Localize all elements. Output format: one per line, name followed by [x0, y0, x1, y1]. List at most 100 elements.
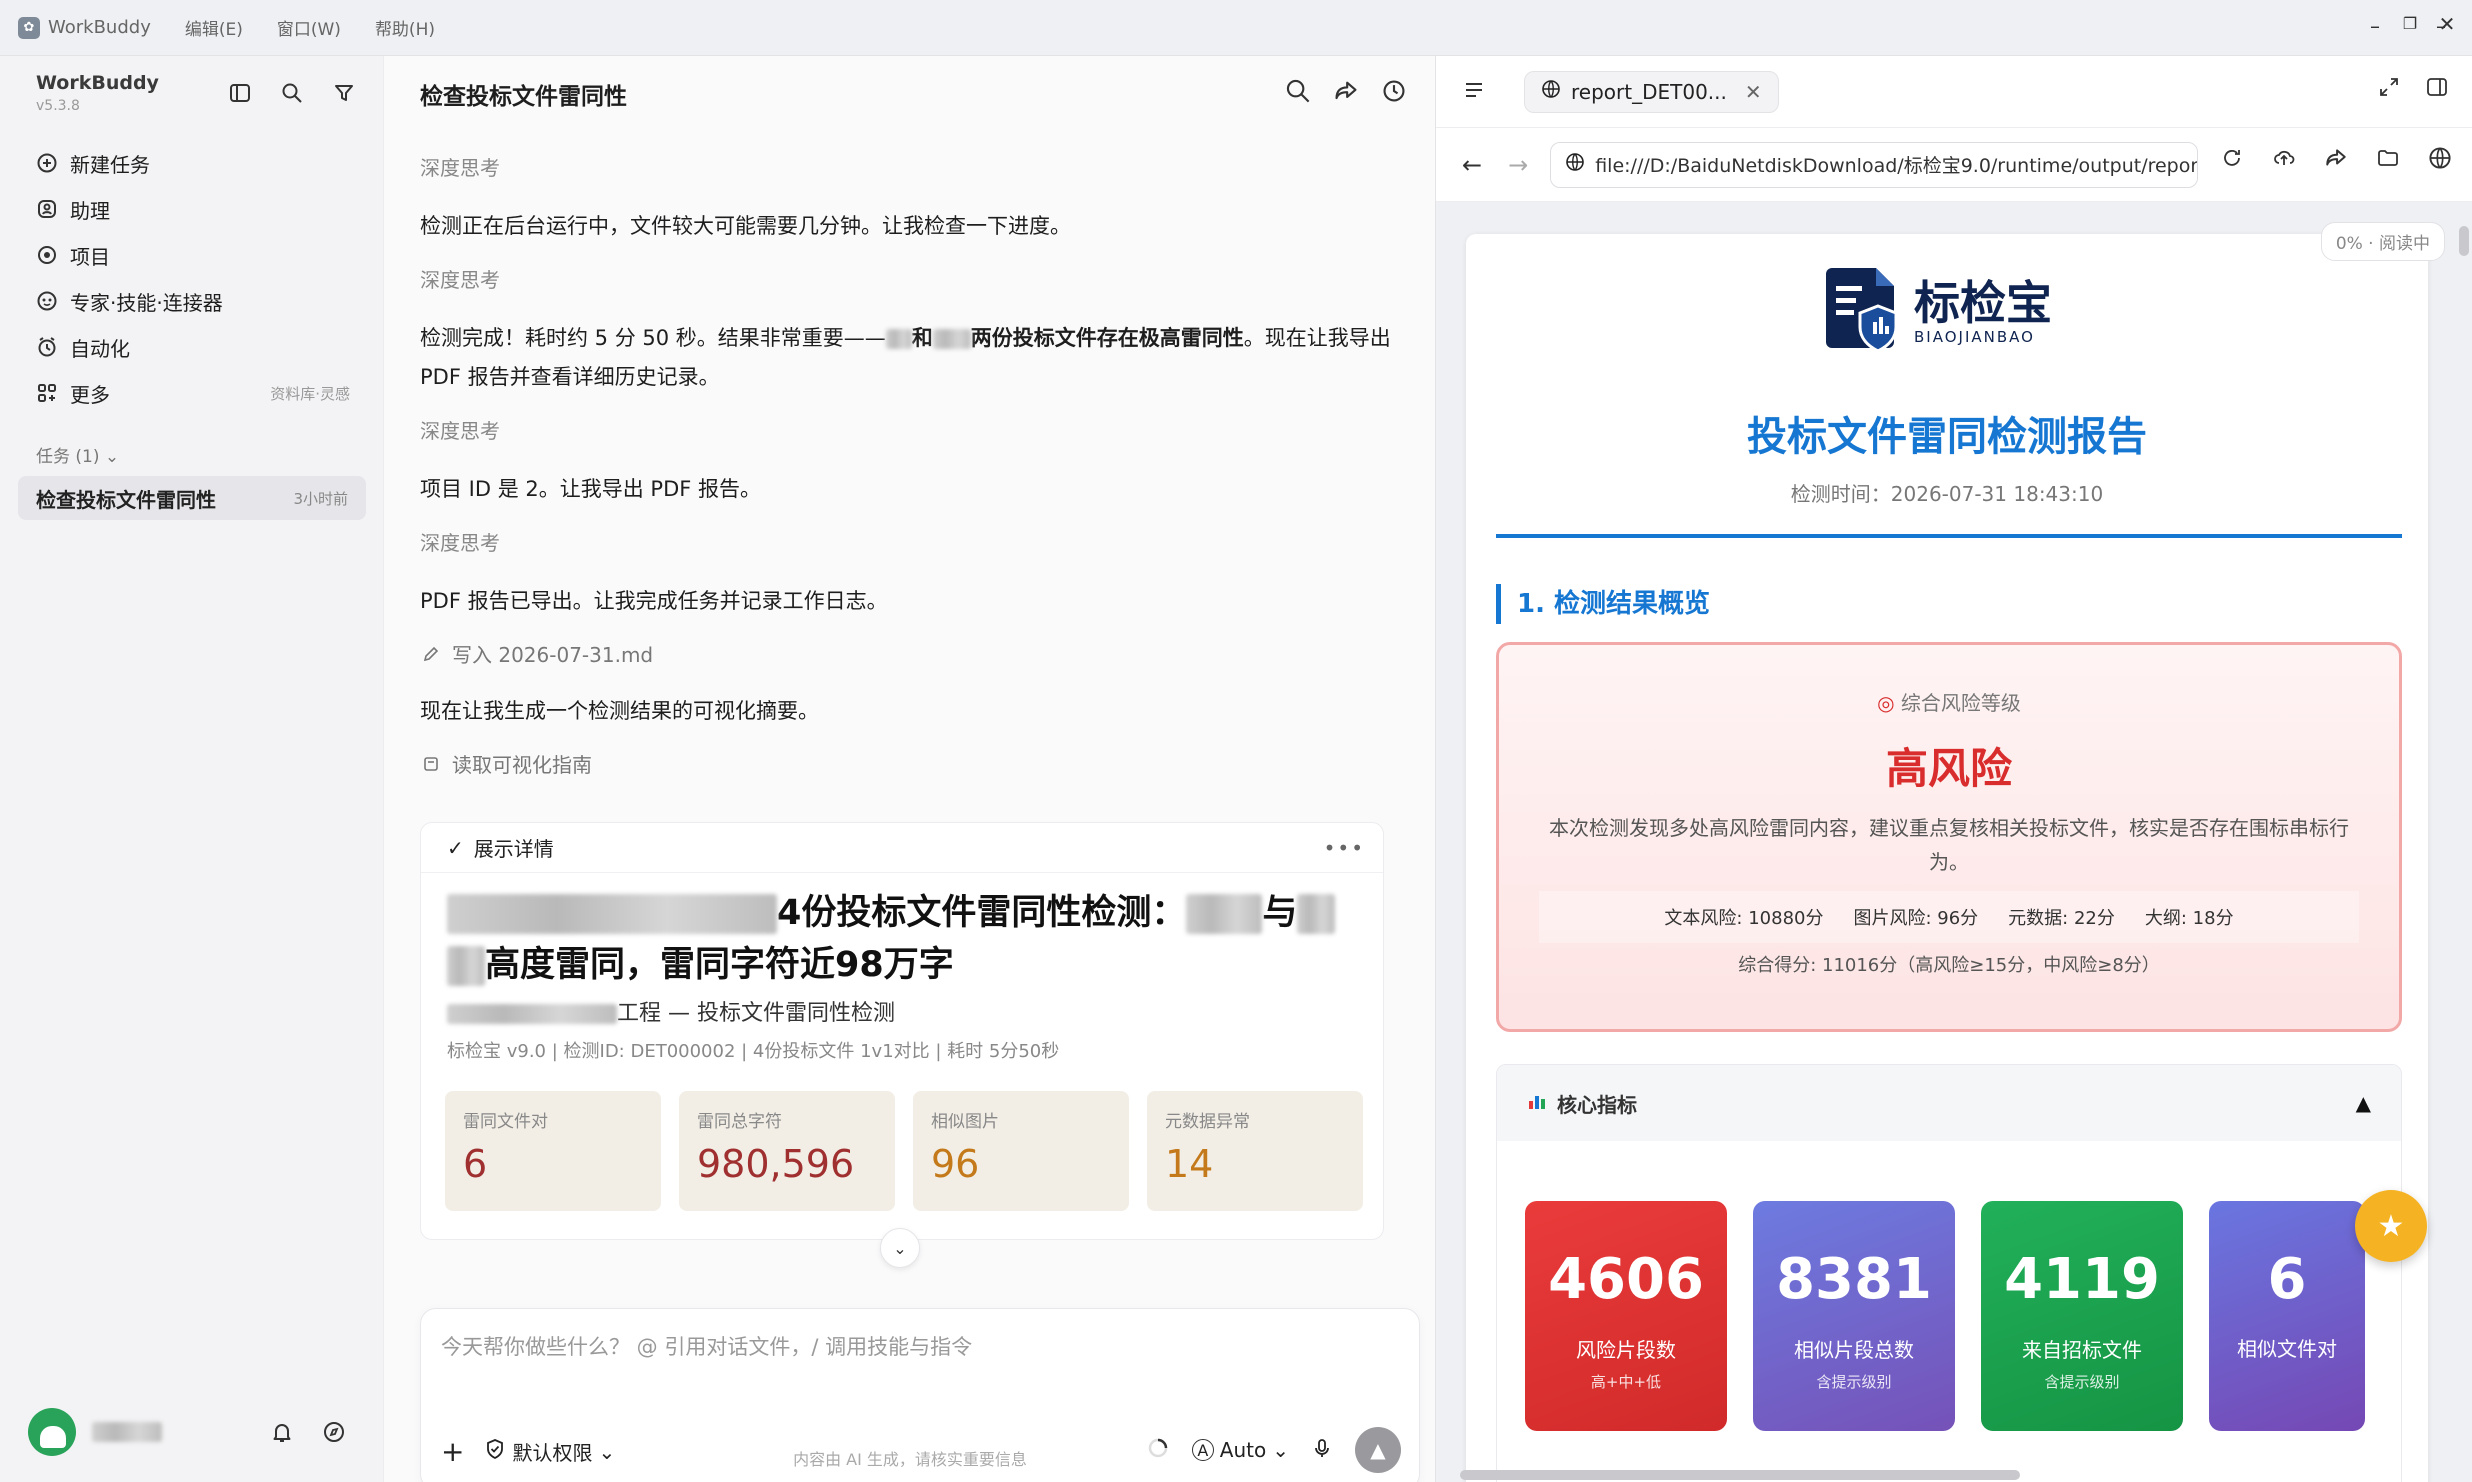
expand-icon[interactable] [2378, 76, 2400, 102]
app-logo-icon: ✿ [18, 16, 40, 39]
redacted-text [447, 946, 485, 986]
close-tab-icon[interactable]: ✕ [1745, 80, 1762, 104]
check-icon: ✓ [447, 835, 464, 860]
vertical-scrollbar[interactable] [2459, 226, 2469, 256]
upload-icon[interactable] [2272, 146, 2296, 174]
shield-document-logo-icon [1826, 264, 1906, 360]
sidebar-toggle-icon[interactable] [225, 78, 255, 108]
sidebar-item-project[interactable]: 项目 [18, 232, 366, 278]
core-metrics-section: 核心指标 ▲ 4606 风险片段数 高+中+低 8381 相似片段总数 含提示级… [1496, 1064, 2402, 1482]
task-section-label[interactable]: 任务 (1) ⌄ [36, 442, 119, 467]
back-icon[interactable]: ← [1462, 151, 1482, 179]
sidebar-item-extra[interactable]: 资料库·灵感 [270, 383, 350, 404]
grid-icon [34, 380, 60, 406]
folder-icon[interactable] [2376, 146, 2400, 174]
sidebar-nav: 新建任务 助理 项目 专家·技能·连接器 自动化 更多 资料库·灵感 [18, 140, 366, 416]
sidebar-item-label: 项目 [70, 244, 110, 269]
redacted-text [447, 1004, 617, 1024]
search-icon[interactable] [277, 78, 307, 108]
thinking-label[interactable]: 深度思考 [420, 415, 1404, 444]
card-content: 4份投标文件雷同性检测： 与 高度雷同，雷同字符近98万字 工程 — 投标文件雷同… [421, 873, 1383, 1077]
avatar[interactable] [28, 1408, 76, 1456]
minimize-icon[interactable]: – [2360, 14, 2390, 38]
sidebar-item-more[interactable]: 更多 资料库·灵感 [18, 370, 366, 416]
card-title: 4份投标文件雷同性检测： 与 高度雷同，雷同字符近98万字 [447, 887, 1357, 991]
pencil-icon [420, 645, 442, 663]
browser-panel: report_DET00... ✕ ← → file:///D:/BaiduNe… [1435, 56, 2472, 1482]
globe-icon[interactable] [2428, 146, 2452, 174]
sidebar-task-item[interactable]: 检查投标文件雷同性 3小时前 [18, 476, 366, 520]
ai-disclaimer: 内容由 AI 生成，请核实重要信息 [793, 1450, 1027, 1469]
card-header[interactable]: ✓ 展示详情 ••• [421, 823, 1383, 873]
collapse-triangle-icon[interactable]: ▲ [2356, 1091, 2371, 1115]
username-redacted [92, 1422, 162, 1442]
tool-write-label: 写入 2026-07-31.md [452, 643, 654, 667]
task-time: 3小时前 [293, 489, 348, 508]
core-metrics-header[interactable]: 核心指标 ▲ [1497, 1065, 2401, 1141]
sidebar-item-experts[interactable]: 专家·技能·连接器 [18, 278, 366, 324]
menu-help[interactable]: 帮助(H) [375, 15, 435, 40]
menu-icon[interactable] [1462, 78, 1486, 106]
sidebar-item-new-task[interactable]: 新建任务 [18, 140, 366, 186]
tool-write-step[interactable]: 写入 2026-07-31.md [420, 639, 1404, 668]
history-icon[interactable] [1381, 78, 1407, 108]
risk-scores: 文本风险: 10880分 图片风险: 96分 元数据: 22分 大纲: 18分 [1539, 891, 2359, 943]
card-subtitle: 工程 — 投标文件雷同性检测 [447, 995, 1357, 1027]
refresh-icon[interactable] [2220, 146, 2244, 174]
panel-toggle-icon[interactable] [2426, 76, 2448, 102]
user-profile[interactable] [28, 1408, 162, 1456]
assistant-icon [34, 196, 60, 222]
thinking-label[interactable]: 深度思考 [420, 264, 1404, 293]
star-fab-button[interactable]: ★ [2355, 1190, 2427, 1262]
sidebar-item-assistant[interactable]: 助理 [18, 186, 366, 232]
metric-number: 6 [2267, 1247, 2307, 1312]
message-text-bold: 两份投标文件存在极高雷同性 [970, 326, 1244, 350]
project-icon [34, 242, 60, 268]
menu-window[interactable]: 窗口(W) [277, 15, 341, 40]
sidebar-item-automation[interactable]: 自动化 [18, 324, 366, 370]
more-icon[interactable]: ••• [1324, 836, 1365, 860]
sidebar-item-label: 更多 [70, 382, 110, 407]
metric-sub: 高+中+低 [1590, 1373, 1662, 1391]
share-icon[interactable] [1333, 78, 1359, 108]
tool-read-step[interactable]: 读取可视化指南 [420, 749, 1404, 778]
score-image: 图片风险: 96分 [1853, 908, 1979, 929]
stat-label: 元数据异常 [1165, 1112, 1250, 1132]
chevron-down-icon: ⌄ [104, 447, 120, 467]
url-text: file:///D:/BaiduNetdiskDownload/标检宝9.0/r… [1595, 155, 2199, 177]
metric-row: 4606 风险片段数 高+中+低 8381 相似片段总数 含提示级别 4119 … [1525, 1201, 2365, 1431]
thinking-label[interactable]: 深度思考 [420, 152, 1404, 181]
search-icon[interactable] [1285, 78, 1311, 108]
url-field[interactable]: file:///D:/BaiduNetdiskDownload/标检宝9.0/r… [1550, 141, 2199, 188]
brand: WorkBuddy v5.3.8 [36, 72, 159, 114]
metric-card: 4119 来自招标文件 含提示级别 [1981, 1201, 2183, 1431]
metric-number: 4606 [1548, 1247, 1704, 1312]
bell-icon[interactable] [270, 1420, 294, 1448]
stat-value: 980,596 [697, 1142, 855, 1186]
horizontal-scrollbar[interactable] [1460, 1470, 2020, 1480]
brand-version: v5.3.8 [36, 98, 80, 114]
compass-icon[interactable] [322, 1420, 346, 1448]
forward-icon[interactable]: → [1508, 151, 1528, 179]
expert-icon [34, 288, 60, 314]
restore-icon[interactable]: ❐ [2395, 14, 2425, 33]
scroll-down-button[interactable]: ⌄ [880, 1228, 920, 1268]
risk-label: ◎ 综合风险等级 [1499, 687, 2399, 716]
redacted-text [447, 894, 777, 934]
menu-edit[interactable]: 编辑(E) [185, 15, 243, 40]
stat-label: 相似图片 [931, 1112, 999, 1132]
redacted-text [932, 329, 971, 349]
card-title-text: 与 [1262, 893, 1298, 933]
chat-input[interactable]: 今天帮你做些什么？ @ 引用对话文件，/ 调用技能与指令 [441, 1331, 972, 1361]
filter-icon[interactable] [329, 78, 359, 108]
share-icon[interactable] [2324, 146, 2348, 174]
browser-toolbar-actions [2220, 146, 2452, 174]
metric-sub: 含提示级别 [2044, 1373, 2120, 1391]
metric-sub: 含提示级别 [1816, 1373, 1892, 1391]
thinking-label[interactable]: 深度思考 [420, 527, 1404, 556]
stat-value: 14 [1165, 1142, 1214, 1186]
browser-tab[interactable]: report_DET00... ✕ [1524, 70, 1779, 113]
message-text: 和 [911, 326, 933, 350]
visual-summary-card: ✓ 展示详情 ••• 4份投标文件雷同性检测： 与 高度雷同，雷同字符近98万字 … [420, 822, 1384, 1240]
close-icon[interactable]: ✕ [2432, 12, 2462, 36]
